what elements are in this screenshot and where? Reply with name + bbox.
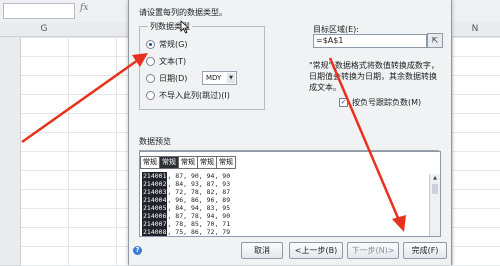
annotation-arrows <box>21 53 406 232</box>
arrowhead <box>392 215 406 232</box>
arrowhead <box>132 53 148 67</box>
arrow-to-general <box>21 58 139 144</box>
arrow-to-finish <box>328 57 400 219</box>
